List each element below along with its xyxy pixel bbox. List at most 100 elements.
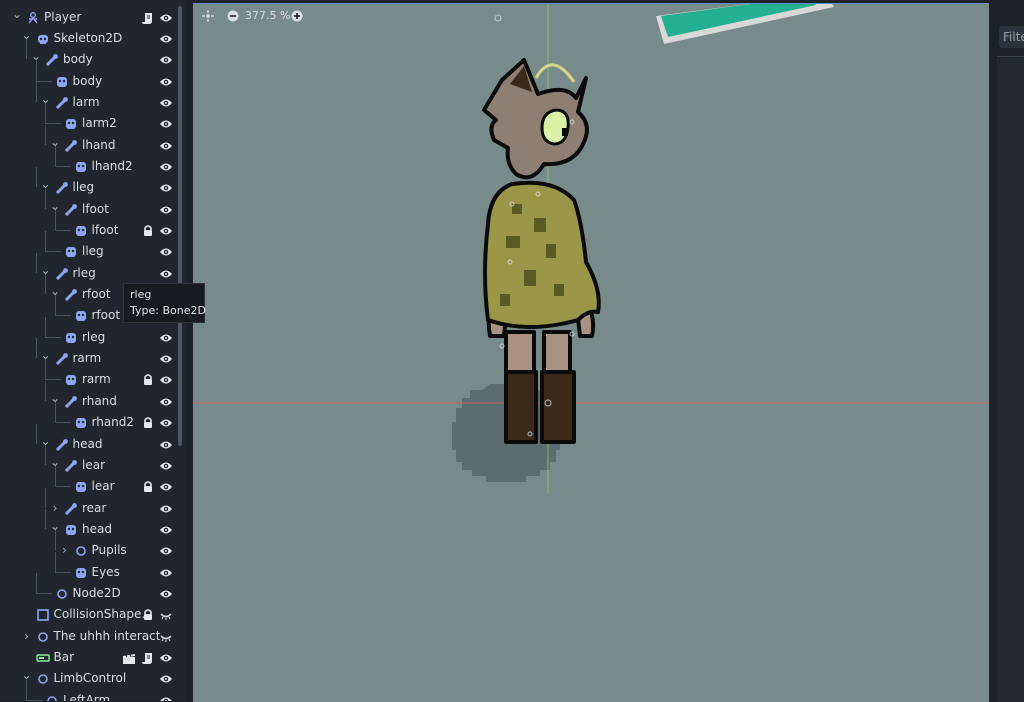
eye-icon[interactable] <box>159 502 173 516</box>
canvas-viewport[interactable] <box>193 3 989 702</box>
node2d-icon <box>75 546 86 556</box>
eye-icon[interactable] <box>159 224 173 238</box>
tree-item-the-uhhh-interact[interactable]: › The uhhh interact <box>0 626 178 647</box>
eye-icon[interactable] <box>159 181 173 195</box>
eye-icon[interactable] <box>159 523 173 537</box>
tree-item-body[interactable]: ⌄ body <box>0 39 178 70</box>
eye-icon[interactable] <box>159 480 173 494</box>
eye-icon[interactable] <box>159 267 173 281</box>
tree-item-rarm[interactable]: ⌄ rarm <box>0 338 178 369</box>
tree-item-head[interactable]: ⌄ head <box>0 424 178 455</box>
tree-item-larm[interactable]: ⌄ larm <box>0 82 178 113</box>
chevron-right-icon[interactable]: › <box>50 501 60 515</box>
tree-guide-line <box>35 82 37 102</box>
eye-icon[interactable] <box>159 416 173 430</box>
tree-item-lleg[interactable]: ⌄ lleg <box>0 167 178 198</box>
eye-icon[interactable] <box>159 373 173 387</box>
tree-item-label: lfoot <box>91 223 119 237</box>
eye-icon[interactable] <box>159 694 173 701</box>
tree-guide-line <box>35 573 37 593</box>
tree-item-node2d[interactable]: Node2D <box>0 573 178 604</box>
scene-tree-scrollbar[interactable] <box>178 6 182 446</box>
eye-icon[interactable] <box>159 203 173 217</box>
tree-item-lfoot[interactable]: ⌄ lfoot <box>0 189 178 220</box>
tree-item-label: Bar <box>53 650 75 664</box>
tree-item-label: lhand <box>82 138 116 152</box>
tree-item-label: rleg <box>72 266 96 280</box>
eye-icon[interactable] <box>159 651 173 665</box>
eye-icon[interactable] <box>159 352 173 366</box>
chevron-down-icon[interactable]: ⌄ <box>12 7 22 21</box>
tree-item-head[interactable]: ⌄ head <box>0 509 178 540</box>
zoom-in-icon[interactable] <box>291 10 303 22</box>
tree-item-lhand2[interactable]: lhand2 <box>0 146 178 177</box>
lock-icon[interactable] <box>141 373 155 387</box>
node2d-icon <box>47 696 57 701</box>
eye-closed-icon[interactable] <box>159 608 173 622</box>
tree-item-larm2[interactable]: larm2 <box>0 103 178 134</box>
tree-item-player[interactable]: ⌄ Player <box>0 7 178 28</box>
eye-icon[interactable] <box>159 117 173 131</box>
eye-closed-icon[interactable] <box>159 630 173 644</box>
eye-icon[interactable] <box>159 139 173 153</box>
tree-item-rhand[interactable]: ⌄ rhand <box>0 381 178 412</box>
eye-icon[interactable] <box>159 11 173 25</box>
lock-icon[interactable] <box>141 608 155 622</box>
tree-item-collisionshape[interactable]: CollisionShape… <box>0 604 178 625</box>
tree-item-lear[interactable]: lear <box>0 466 178 497</box>
tree-item-rhand2[interactable]: rhand2 <box>0 402 178 433</box>
node-tooltip: rleg Type: Bone2D <box>123 283 206 323</box>
eye-icon[interactable] <box>159 672 173 686</box>
eye-icon[interactable] <box>159 587 173 601</box>
tree-item-lhand[interactable]: ⌄ lhand <box>0 125 178 156</box>
tree-item-lfoot[interactable]: lfoot <box>0 210 178 241</box>
tree-item-rear[interactable]: › rear <box>0 488 178 519</box>
tree-item-eyes[interactable]: Eyes <box>0 552 178 583</box>
tree-guide-line <box>35 338 37 358</box>
scene-instance-icon[interactable] <box>122 651 136 665</box>
eye-icon[interactable] <box>159 331 173 345</box>
teal-banner-shape <box>656 4 834 44</box>
chevron-right-icon[interactable]: › <box>22 629 32 643</box>
tree-guide-line <box>45 274 46 294</box>
script-icon[interactable] <box>141 11 155 25</box>
right-dock-content <box>997 56 1024 702</box>
tree-guide-line <box>54 530 56 550</box>
bone-icon <box>55 268 68 280</box>
eye-icon[interactable] <box>159 459 173 473</box>
tree-guide-branch <box>35 81 52 82</box>
tree-item-rleg[interactable]: rleg <box>0 317 178 348</box>
bone-icon <box>65 503 77 515</box>
lock-icon[interactable] <box>141 416 155 430</box>
eye-icon[interactable] <box>159 53 173 67</box>
tooltip-title: rleg <box>130 288 152 301</box>
tree-item-pupils[interactable]: › Pupils <box>0 530 178 561</box>
lock-icon[interactable] <box>141 224 155 238</box>
zoom-level[interactable]: 377.5 % <box>245 9 290 22</box>
eye-icon[interactable] <box>159 96 173 110</box>
eye-icon[interactable] <box>159 75 173 89</box>
tree-item-bar[interactable]: Bar <box>0 647 178 668</box>
eye-icon[interactable] <box>159 438 173 452</box>
lock-icon[interactable] <box>141 480 155 494</box>
center-view-icon[interactable] <box>202 10 214 22</box>
eye-icon[interactable] <box>159 32 173 46</box>
tree-item-lleg[interactable]: lleg <box>0 231 178 262</box>
eye-icon[interactable] <box>159 544 173 558</box>
tree-item-rleg[interactable]: ⌄ rleg <box>0 253 178 284</box>
tree-item-label: rfoot <box>91 308 121 322</box>
tree-item-rarm[interactable]: rarm <box>0 359 178 390</box>
eye-icon[interactable] <box>159 566 173 580</box>
tree-item-lear[interactable]: ⌄ lear <box>0 445 178 476</box>
tree-item-label: rear <box>82 501 107 515</box>
zoom-out-icon[interactable] <box>227 10 239 22</box>
eye-icon[interactable] <box>159 245 173 259</box>
tree-item-label: rleg <box>82 330 106 344</box>
tree-item-body[interactable]: body <box>0 61 178 92</box>
chevron-right-icon[interactable]: › <box>60 543 70 557</box>
script-icon[interactable] <box>141 651 155 665</box>
eye-icon[interactable] <box>159 395 173 409</box>
eye-icon[interactable] <box>159 160 173 174</box>
tree-item-leftarm[interactable]: LeftArm <box>0 680 178 701</box>
tree-item-label: Eyes <box>91 565 120 579</box>
